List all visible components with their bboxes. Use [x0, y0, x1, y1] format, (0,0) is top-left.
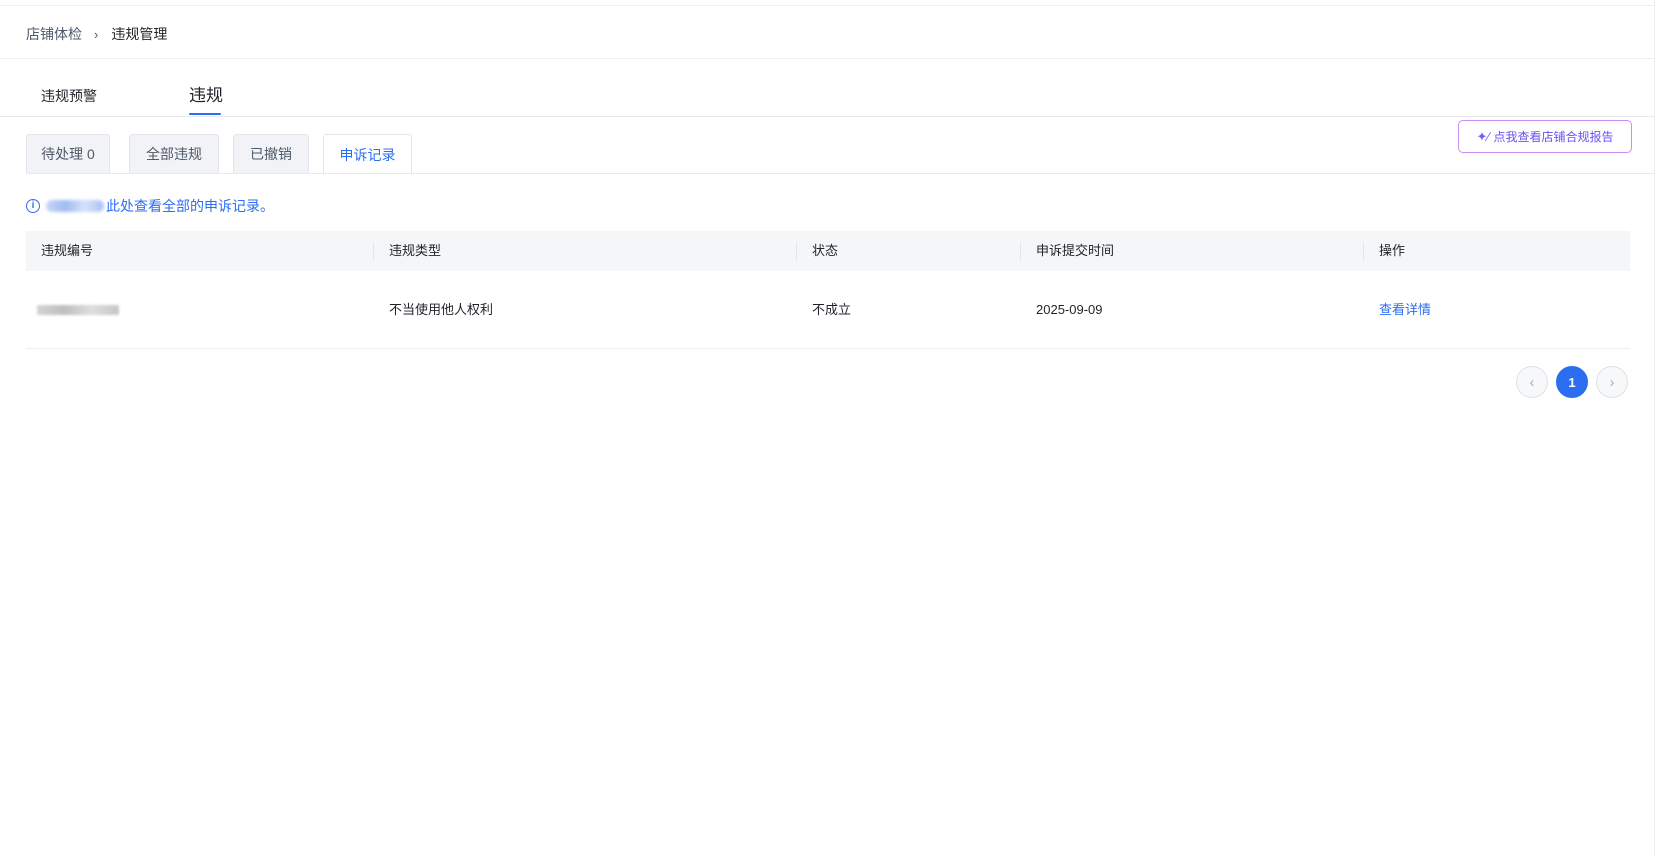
page: 店铺体检 › 违规管理 违规预警 违规 ✦⁄ 点我查看店铺合规报告 待处理 0 … [0, 0, 1678, 857]
breadcrumb-current: 违规管理 [111, 26, 168, 42]
compliance-report-label: 点我查看店铺合规报告 [1493, 130, 1614, 144]
tabs-divider [0, 116, 1654, 117]
redacted-violation-id [37, 305, 119, 315]
active-tab-indicator [189, 113, 221, 115]
breadcrumb-parent-link[interactable]: 店铺体检 [26, 24, 82, 44]
column-header-submit-time: 申诉提交时间 [1036, 243, 1115, 258]
column-divider [1363, 242, 1364, 260]
compliance-report-button[interactable]: ✦⁄ 点我查看店铺合规报告 [1458, 120, 1632, 153]
tab-violation-warning[interactable]: 违规预警 [41, 86, 97, 124]
column-header-actions: 操作 [1379, 243, 1406, 258]
info-notice: i 此处查看全部的申诉记录。 [26, 197, 274, 215]
chevron-right-icon[interactable]: › [1596, 366, 1628, 398]
column-divider [796, 242, 797, 260]
subtab-all-violations[interactable]: 全部违规 [129, 134, 219, 173]
column-header-status: 状态 [812, 243, 839, 258]
column-header-violation-type: 违规类型 [389, 243, 442, 258]
tab-label: 违规 [189, 86, 223, 105]
table-header: 违规编号 违规类型 状态 申诉提交时间 操作 [26, 231, 1630, 271]
subtab-revoked[interactable]: 已撤销 [233, 134, 309, 173]
cell-violation-type: 不当使用他人权利 [389, 302, 494, 317]
right-rail [1654, 0, 1655, 857]
sparkle-icon: ✦⁄ [1476, 128, 1490, 144]
chevron-right-icon: › [94, 26, 99, 42]
subtab-appeal-records[interactable]: 申诉记录 [323, 134, 412, 174]
notice-text: 此处查看全部的申诉记录。 [106, 198, 274, 214]
chevron-left-icon[interactable]: ‹ [1516, 366, 1548, 398]
cell-status: 不成立 [812, 302, 852, 317]
column-divider [373, 242, 374, 260]
column-divider [1020, 242, 1021, 260]
page-button-current[interactable]: 1 [1556, 366, 1588, 398]
cell-submit-time: 2025-09-09 [1036, 302, 1103, 317]
top-divider [0, 5, 1654, 6]
appeal-records-table: 违规编号 违规类型 状态 申诉提交时间 操作 不当使用他人权利 不成立 2025… [26, 231, 1630, 349]
info-icon: i [26, 199, 40, 213]
subtab-pending[interactable]: 待处理 0 [26, 134, 110, 173]
column-header-violation-id: 违规编号 [41, 243, 94, 258]
subtabs-divider [26, 173, 1654, 174]
redacted-text [46, 200, 104, 212]
tab-label: 违规预警 [41, 88, 97, 104]
breadcrumb: 店铺体检 › 违规管理 [26, 24, 167, 44]
view-details-link[interactable]: 查看详情 [1379, 271, 1431, 349]
header-divider [0, 58, 1654, 59]
table-row: 不当使用他人权利 不成立 2025-09-09 查看详情 [26, 271, 1630, 349]
main-tabs: 违规预警 违规 [0, 78, 1654, 116]
